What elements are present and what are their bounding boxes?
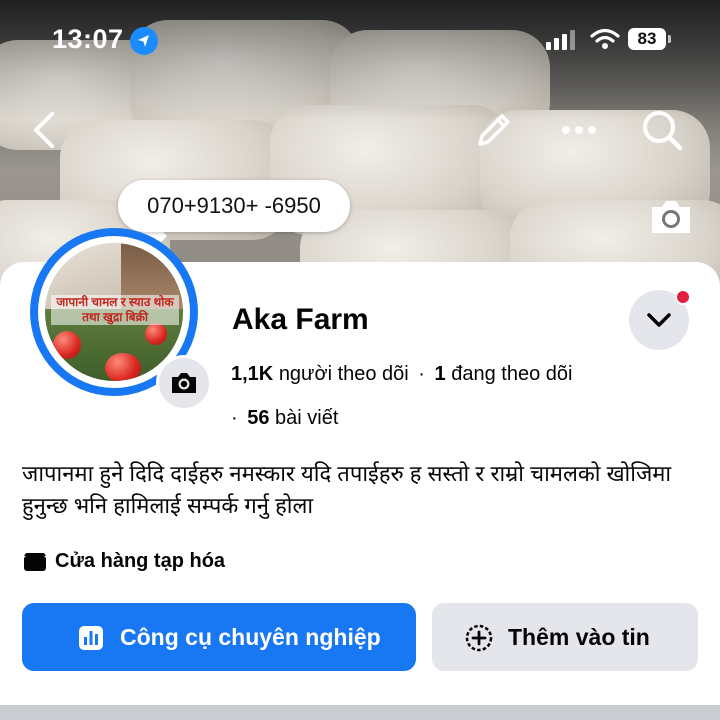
notification-dot [675,289,691,305]
clapperboard-icon [24,553,46,571]
status-bar: 13:07 83 [0,22,720,62]
bar-chart-icon [78,625,104,656]
chevron-down-icon [629,313,689,354]
posts-count: 56 [247,407,270,429]
phone-note-bubble[interactable]: 070+9130+ -6950 [118,180,350,232]
more-icon[interactable] [555,106,603,154]
professional-tools-label: Công cụ chuyên nghiệp [120,624,381,650]
avatar-logo-text: जापानी चामल र स्याउ थोक तथा खुद्रा बिक्र… [51,295,179,325]
camera-icon [159,373,209,412]
follow-stats: 1,1K người theo dõi · 1 đang theo dõi [231,363,572,386]
cell-signal-icon [546,30,578,50]
stats-separator: · [231,407,238,429]
posts-stats: · 56 bài viết [231,407,338,430]
following-count[interactable]: 1 [435,363,446,385]
add-to-story-label: Thêm vào tin [508,624,650,650]
stats-separator: · [418,363,425,385]
followers-label[interactable]: người theo dõi [279,363,409,385]
battery-icon: 83 [628,28,666,50]
section-divider [0,705,720,720]
pencil-icon[interactable] [470,106,518,154]
page-bio: जापानमा हुने दिदि दाईहरु नमस्कार यदि तपा… [22,461,672,518]
add-to-story-button[interactable]: Thêm vào tin [432,603,698,671]
location-arrow-icon [130,27,158,55]
professional-tools-button[interactable]: Công cụ chuyên nghiệp [22,603,416,671]
avatar-camera-button[interactable] [156,355,212,411]
page-title: Aka Farm [232,303,369,336]
followers-count[interactable]: 1,1K [231,363,273,385]
plus-circle-icon [465,624,493,657]
page-category: Cửa hàng tạp hóa [55,550,226,572]
camera-icon[interactable] [648,195,694,239]
wifi-icon [590,28,620,55]
search-icon[interactable] [638,106,686,154]
posts-label: bài viết [275,407,339,429]
status-time: 13:07 [52,24,124,54]
back-chevron-icon[interactable] [22,106,70,154]
battery-tip [668,35,671,43]
following-label[interactable]: đang theo dõi [451,363,572,385]
